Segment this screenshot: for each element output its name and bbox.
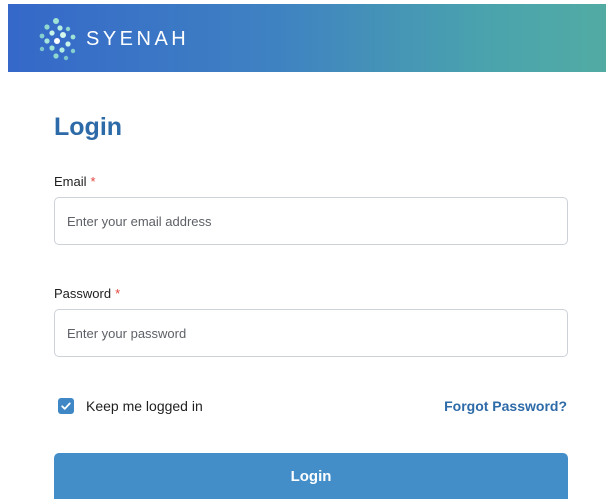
email-label: Email * [54,174,96,189]
keep-logged-in-label: Keep me logged in [86,398,203,414]
checkmark-icon [61,402,71,410]
page-title: Login [54,113,123,141]
login-button[interactable]: Login [54,453,568,499]
password-label: Password * [54,286,120,301]
email-label-text: Email [54,174,87,189]
brand-name: SYENAH [86,27,190,50]
password-input[interactable] [54,309,568,357]
required-asterisk: * [115,286,121,301]
keep-logged-in-row[interactable]: Keep me logged in [58,398,203,414]
email-input[interactable] [54,197,568,245]
header-banner: SYENAH [8,4,606,72]
brand-logo: SYENAH [38,17,189,61]
required-asterisk: * [90,174,96,189]
keep-logged-in-checkbox[interactable] [58,398,74,414]
login-page: SYENAH Login Email* Password* Keep me lo… [0,0,606,499]
dna-dots-logo-icon [39,18,76,61]
password-label-text: Password [54,286,112,301]
forgot-password-link[interactable]: Forgot Password? [444,398,567,414]
